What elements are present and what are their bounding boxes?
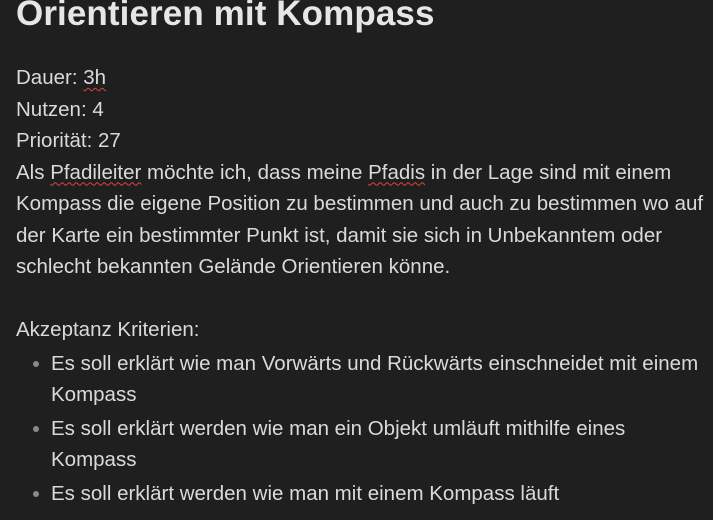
duration-label: Dauer: <box>16 66 84 89</box>
spellcheck-word-pfadis[interactable]: Pfadis <box>368 161 425 184</box>
priority-value: 27 <box>98 129 121 152</box>
bullet-icon <box>33 360 39 367</box>
list-item: Es soll erklärt wie man Vorwärts und Rüc… <box>16 348 711 411</box>
priority-line: Priorität: 27 <box>16 125 711 157</box>
user-story-paragraph: Als Pfadileiter möchte ich, dass meine P… <box>16 157 711 283</box>
story-text-middle: möchte ich, dass meine <box>141 160 369 184</box>
bullet-icon <box>33 425 39 432</box>
note-editor[interactable]: Orientieren mit Kompass Dauer: 3h Nutzen… <box>0 0 713 520</box>
benefit-label: Nutzen: <box>16 97 93 121</box>
page-title[interactable]: Orientieren mit Kompass <box>16 0 435 34</box>
note-body[interactable]: Dauer: 3h Nutzen: 4 Priorität: 27 Als Pf… <box>16 62 711 511</box>
empty-line <box>16 283 711 315</box>
benefit-line: Nutzen: 4 <box>16 94 711 126</box>
criteria-list: Es soll erklärt wie man Vorwärts und Rüc… <box>16 348 711 510</box>
benefit-value: 4 <box>92 97 104 121</box>
criteria-heading: Akzeptanz Kriterien: <box>16 318 200 341</box>
list-item: Es soll erklärt werden wie man ein Objek… <box>16 413 711 476</box>
criteria-item-text: Es soll erklärt wie man Vorwärts und Rüc… <box>51 351 699 407</box>
spellcheck-word-pfadileiter[interactable]: Pfadileiter <box>50 161 141 184</box>
priority-label: Priorität: <box>16 129 99 152</box>
bullet-icon <box>33 490 39 497</box>
list-item: Es soll erklärt werden wie man mit einem… <box>16 478 711 510</box>
criteria-item-text: Es soll erklärt werden wie man mit einem… <box>51 481 560 505</box>
duration-line: Dauer: 3h <box>16 62 711 94</box>
duration-value[interactable]: 3h <box>83 66 106 89</box>
criteria-item-text: Es soll erklärt werden wie man ein Objek… <box>51 416 626 472</box>
story-text-start: Als <box>16 160 51 184</box>
